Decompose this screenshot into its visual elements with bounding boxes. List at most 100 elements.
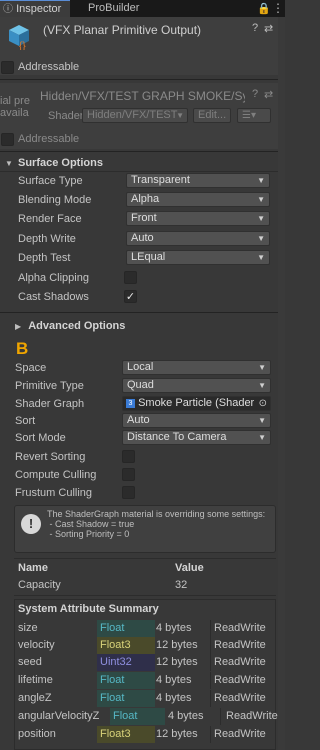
render-face-dropdown[interactable]: Front ▼ — [126, 211, 270, 226]
scrollbar[interactable] — [278, 17, 285, 750]
attribute-size: 12 bytes — [156, 639, 198, 651]
attribute-size: 12 bytes — [156, 656, 198, 668]
divider — [0, 151, 285, 152]
space-dropdown[interactable]: Local ▼ — [122, 360, 271, 375]
surface-options-foldout[interactable]: ▼ Surface Options — [5, 157, 103, 169]
attribute-name: size — [18, 622, 38, 634]
attribute-row: velocity Float3 12 bytes ReadWrite — [14, 637, 276, 654]
chevron-right-icon: ▶ — [15, 322, 22, 331]
attribute-name: seed — [18, 656, 42, 668]
attribute-access: ReadWrite — [214, 656, 266, 668]
depth-write-label: Depth Write — [18, 233, 76, 245]
frustum-culling-checkbox[interactable] — [122, 486, 135, 499]
tab-probuilder[interactable]: ProBuilder — [76, 0, 146, 17]
name-column-header: Name — [18, 562, 48, 574]
chevron-down-icon: ▼ — [257, 214, 265, 223]
attribute-size: 4 bytes — [156, 622, 192, 634]
checkmark-icon: ✓ — [125, 291, 136, 303]
capacity-label: Capacity — [18, 579, 61, 591]
preset-icon[interactable]: ⇄ — [264, 88, 273, 101]
attribute-name: lifetime — [18, 674, 53, 686]
primitive-type-dropdown[interactable]: Quad ▼ — [122, 378, 271, 393]
addressable-label: Addressable — [18, 61, 80, 73]
attribute-name: velocity — [18, 639, 55, 651]
capacity-value: 32 — [175, 579, 188, 591]
divider — [210, 654, 211, 671]
edit-shader-button[interactable]: Edit... — [193, 108, 231, 123]
attribute-access: ReadWrite — [214, 692, 266, 704]
advanced-options-foldout[interactable]: ▶ Advanced Options — [15, 320, 125, 332]
compute-culling-checkbox[interactable] — [122, 468, 135, 481]
revert-sorting-checkbox[interactable] — [122, 450, 135, 463]
sort-mode-label: Sort Mode — [15, 432, 66, 444]
sort-label: Sort — [15, 415, 36, 427]
attribute-type: Float — [97, 690, 155, 707]
divider — [210, 637, 211, 654]
sort-mode-dropdown[interactable]: Distance To Camera ▼ — [122, 430, 271, 445]
advanced-options-title: Advanced Options — [28, 320, 126, 332]
material-addressable-label: Addressable — [18, 133, 80, 145]
divider — [210, 620, 211, 637]
attribute-row: seed Uint32 12 bytes ReadWrite — [14, 654, 276, 671]
shader-path: Hidden/VFX/TEST GRAPH SMOKE/Sy — [40, 89, 245, 103]
attribute-size: 12 bytes — [156, 728, 198, 740]
object-name: (VFX Planar Primitive Output) — [43, 23, 202, 37]
shader-options-button[interactable]: ☰▾ — [237, 108, 271, 123]
chevron-down-icon: ▼ — [257, 176, 265, 185]
divider — [0, 312, 285, 313]
edit-shader-label: Edit... — [198, 109, 227, 121]
cast-shadows-checkbox[interactable]: ✓ — [124, 290, 137, 303]
shader-dropdown[interactable]: Hidden/VFX/TEST ▼ — [82, 108, 188, 123]
surface-type-dropdown[interactable]: Transparent ▼ — [126, 173, 270, 188]
help-icon[interactable]: ? — [252, 22, 258, 34]
cast-shadows-label: Cast Shadows — [18, 291, 89, 303]
attribute-type: Float — [110, 708, 165, 725]
attribute-row: angularVelocityZ Float 4 bytes ReadWrite — [14, 708, 278, 725]
attribute-type: Uint32 — [97, 654, 155, 671]
svg-text:{}: {} — [19, 41, 26, 50]
preset-icon[interactable]: ⇄ — [264, 22, 273, 35]
attribute-size: 4 bytes — [156, 674, 192, 686]
help-icon[interactable]: ? — [252, 88, 258, 100]
object-picker-icon[interactable]: ⊙ — [259, 397, 267, 410]
chevron-down-icon: ▼ — [258, 381, 266, 390]
surface-type-label: Surface Type — [18, 175, 83, 187]
depth-test-dropdown[interactable]: LEqual ▼ — [126, 250, 270, 265]
warning-icon: ! — [21, 514, 41, 534]
depth-test-value: LEqual — [131, 251, 166, 263]
material-name-fragment-1: ial pre — [0, 95, 30, 107]
revert-sorting-label: Revert Sorting — [15, 451, 86, 463]
block-badge: B — [16, 339, 29, 358]
tab-inspector[interactable]: ⓘ Inspector — [0, 0, 70, 17]
render-face-value: Front — [131, 212, 157, 224]
more-options-icon[interactable]: ⋮ — [272, 1, 284, 15]
shader-graph-icon: 3 — [126, 398, 135, 408]
divider — [0, 171, 285, 172]
alpha-clipping-checkbox[interactable] — [124, 271, 137, 284]
attribute-access: ReadWrite — [214, 674, 266, 686]
attribute-size: 4 bytes — [168, 710, 204, 722]
material-name-fragment-2: availa — [0, 107, 29, 119]
tab-inspector-label: Inspector — [16, 3, 62, 15]
material-addressable-checkbox[interactable] — [1, 133, 14, 146]
primitive-type-label: Primitive Type — [15, 380, 84, 392]
info-icon: ⓘ — [3, 4, 13, 15]
shader-graph-field[interactable]: 3 Smoke Particle (Shader ⊙ — [122, 396, 271, 411]
alpha-clipping-label: Alpha Clipping — [18, 272, 89, 284]
shader-label: Shader — [48, 110, 84, 122]
primitive-type-value: Quad — [127, 379, 154, 391]
chevron-down-icon: ▼ — [176, 111, 184, 120]
blending-mode-dropdown[interactable]: Alpha ▼ — [126, 192, 270, 207]
attribute-access: ReadWrite — [214, 728, 266, 740]
compute-culling-label: Compute Culling — [15, 469, 97, 481]
addressable-checkbox[interactable] — [1, 61, 14, 74]
help-message: The ShaderGraph material is overriding s… — [47, 509, 266, 539]
lock-icon[interactable]: 🔒 — [257, 2, 271, 15]
depth-write-dropdown[interactable]: Auto ▼ — [126, 231, 270, 246]
surface-type-value: Transparent — [131, 174, 190, 186]
depth-write-value: Auto — [131, 232, 154, 244]
attribute-type: Float — [97, 672, 155, 689]
divider — [210, 726, 211, 743]
sort-dropdown[interactable]: Auto ▼ — [122, 413, 271, 428]
shader-dropdown-value: Hidden/VFX/TEST — [87, 109, 178, 121]
